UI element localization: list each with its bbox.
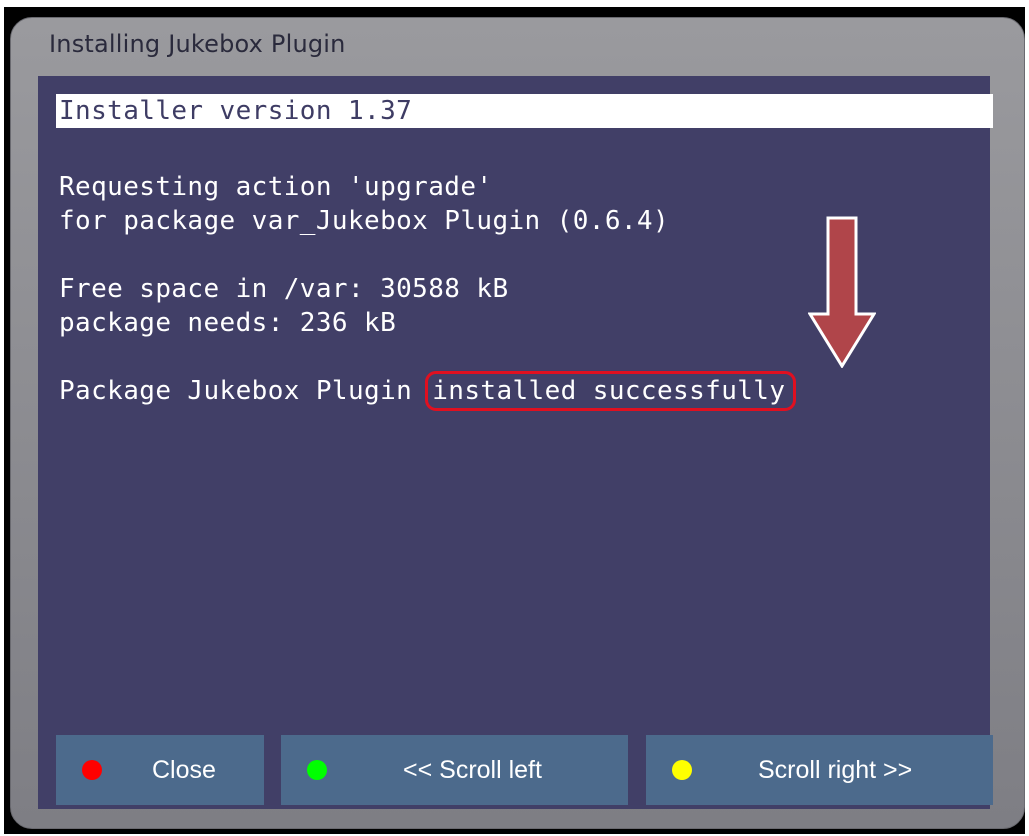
- scroll-left-button[interactable]: << Scroll left: [281, 735, 628, 805]
- result-line: Package Jukebox Plugin installed success…: [59, 371, 797, 411]
- success-status-highlight: installed successfully: [425, 371, 797, 411]
- scroll-right-button-label: Scroll right >>: [758, 756, 913, 784]
- scroll-right-button[interactable]: Scroll right >>: [646, 735, 993, 805]
- close-button[interactable]: Close: [56, 735, 264, 805]
- dialog-title: Installing Jukebox Plugin: [49, 30, 346, 58]
- installer-dialog: Installing Jukebox Plugin Installer vers…: [10, 17, 1025, 829]
- down-arrow-icon: [808, 216, 876, 368]
- result-prefix: Package Jukebox Plugin: [59, 376, 429, 406]
- installer-version-header: Installer version 1.37: [56, 94, 993, 128]
- log-line: for package var_Jukebox Plugin (0.6.4): [59, 206, 670, 236]
- log-line: Free space in /var: 30588 kB: [59, 274, 509, 304]
- close-button-label: Close: [152, 756, 216, 784]
- log-line: Requesting action 'upgrade': [59, 172, 493, 202]
- yellow-dot-icon: [672, 760, 692, 780]
- log-panel: Installer version 1.37 Requesting action…: [38, 76, 993, 809]
- scroll-left-button-label: << Scroll left: [403, 756, 542, 784]
- red-dot-icon: [82, 760, 102, 780]
- green-dot-icon: [307, 760, 327, 780]
- log-line: package needs: 236 kB: [59, 308, 397, 338]
